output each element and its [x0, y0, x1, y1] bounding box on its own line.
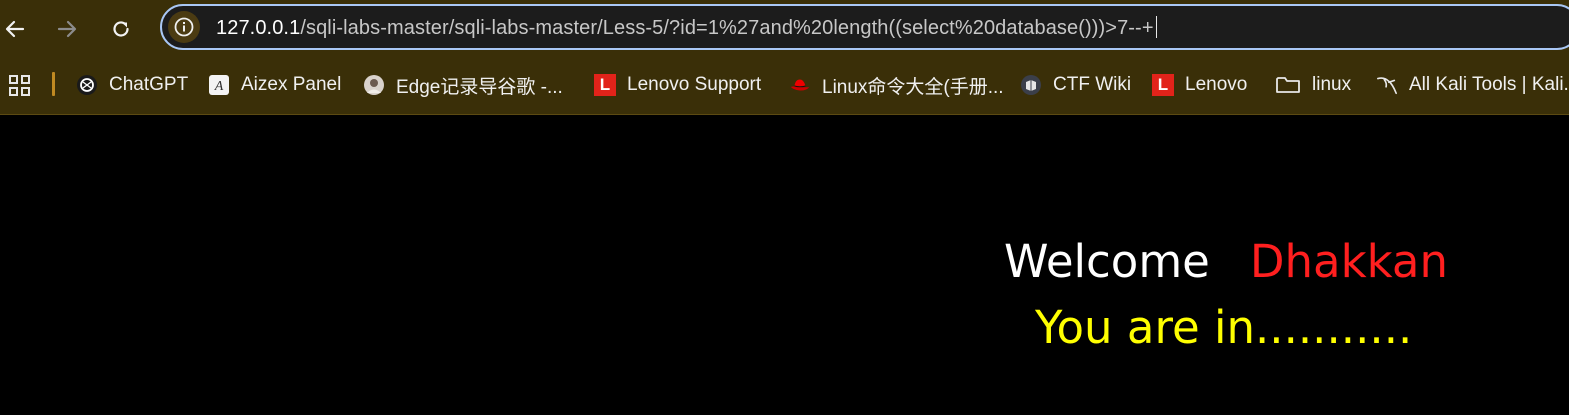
bookmark-label: Aizex Panel — [241, 74, 342, 95]
avatar-icon — [363, 74, 385, 96]
bookmark-label: Linux命令大全(手册... — [822, 76, 1004, 98]
welcome-text: Welcome — [1004, 235, 1210, 288]
bookmark-edge-export[interactable]: Edge记录导谷歌 -... — [363, 66, 563, 104]
bookmark-lenovo-support[interactable]: L Lenovo Support — [594, 66, 761, 104]
back-button[interactable] — [0, 14, 30, 44]
text-caret — [1155, 16, 1157, 38]
url-host: 127.0.0.1 — [216, 17, 301, 39]
bookmark-lenovo[interactable]: L Lenovo — [1152, 66, 1247, 104]
bookmarks-bar: ChatGPT A Aizex Panel Edge记录导谷歌 -... L L… — [0, 66, 1569, 104]
forward-arrow-icon — [57, 20, 77, 38]
reload-button[interactable] — [106, 14, 136, 44]
url-input[interactable]: 127.0.0.1/sqli-labs-master/sqli-labs-mas… — [216, 16, 1157, 40]
reload-icon — [113, 21, 129, 37]
kali-icon — [1376, 74, 1398, 96]
url-path: /sqli-labs-master/sqli-labs-master/Less-… — [300, 17, 1154, 39]
bookmark-chatgpt[interactable]: ChatGPT — [76, 66, 188, 104]
bookmark-label: ChatGPT — [109, 74, 189, 95]
bookmark-aizex[interactable]: A Aizex Panel — [208, 66, 341, 104]
welcome-line: Welcome Dhakkan — [1004, 235, 1448, 288]
address-bar[interactable]: 127.0.0.1/sqli-labs-master/sqli-labs-mas… — [160, 4, 1569, 50]
info-icon — [174, 17, 194, 37]
ctf-wiki-icon — [1020, 74, 1042, 96]
bookmark-label: Lenovo Support — [627, 74, 762, 95]
chatgpt-icon — [76, 74, 98, 96]
back-arrow-icon — [5, 20, 25, 38]
bookmark-label: linux — [1312, 74, 1352, 95]
folder-icon — [1275, 74, 1301, 96]
bookmark-ctf-wiki[interactable]: CTF Wiki — [1020, 66, 1131, 104]
svg-text:A: A — [214, 79, 224, 94]
aizex-icon: A — [208, 74, 230, 96]
forward-button[interactable] — [52, 14, 82, 44]
page-content: Welcome Dhakkan You are in........... — [0, 115, 1569, 415]
toolbar: 127.0.0.1/sqli-labs-master/sqli-labs-mas… — [0, 0, 1569, 60]
redhat-icon — [789, 74, 811, 96]
login-status-text: You are in........... — [1035, 301, 1413, 354]
bookmark-folder-linux[interactable]: linux — [1275, 66, 1351, 104]
bookmark-label: Edge记录导谷歌 -... — [396, 76, 563, 98]
site-info-button[interactable] — [168, 11, 200, 43]
bookmark-label: Lenovo — [1185, 74, 1248, 95]
lenovo-icon: L — [594, 74, 616, 96]
bookmark-linux-commands[interactable]: Linux命令大全(手册... — [789, 66, 1004, 104]
bookmark-kali-tools[interactable]: All Kali Tools | Kali... — [1376, 66, 1569, 104]
lenovo-icon: L — [1152, 74, 1174, 96]
bookmark-label: All Kali Tools | Kali... — [1409, 74, 1569, 95]
user-name-text: Dhakkan — [1249, 235, 1449, 288]
browser-chrome: 127.0.0.1/sqli-labs-master/sqli-labs-mas… — [0, 0, 1569, 115]
bookmark-label: CTF Wiki — [1053, 74, 1132, 95]
